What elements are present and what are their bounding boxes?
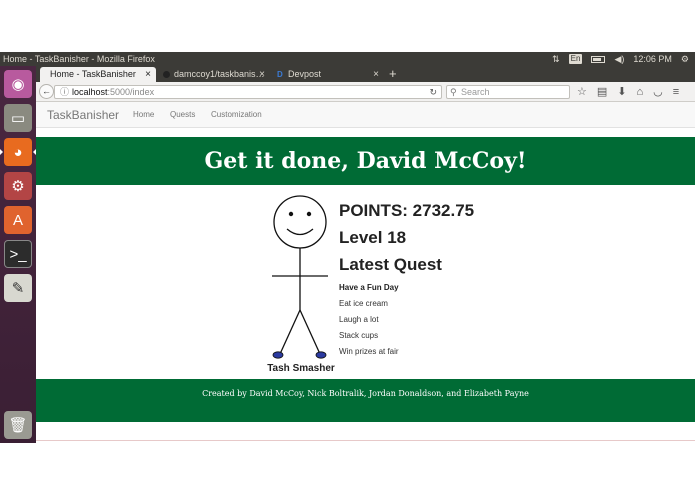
system-tray: ⇅ En ◀) 12:06 PM ⚙ bbox=[552, 52, 689, 66]
bookmark-star-icon[interactable]: ☆ bbox=[577, 85, 587, 99]
search-placeholder: Search bbox=[461, 87, 490, 97]
web-page: TaskBanisher Home Quests Customization G… bbox=[36, 102, 695, 443]
quest-task: Win prizes at fair bbox=[339, 347, 399, 356]
latest-quest-heading: Latest Quest bbox=[339, 255, 442, 274]
stick-figure-avatar bbox=[272, 195, 328, 359]
downloads-icon[interactable]: ⬇ bbox=[617, 85, 626, 99]
settings-icon[interactable]: ⚙ bbox=[4, 172, 32, 200]
battery-icon[interactable] bbox=[591, 55, 606, 63]
home-icon[interactable]: ⌂ bbox=[637, 85, 644, 99]
browser-toolbar: ☆ ▤ ⬇ ⌂ ◡ ≡ bbox=[577, 85, 679, 99]
tab-label: damccoy1/taskbanis… bbox=[174, 69, 265, 79]
quest-task: Laugh a lot bbox=[339, 315, 379, 324]
reload-icon[interactable]: ↻ bbox=[429, 86, 437, 98]
tab-label: Devpost bbox=[288, 69, 322, 79]
clock[interactable]: 12:06 PM bbox=[633, 52, 672, 66]
pocket-icon[interactable]: ◡ bbox=[653, 85, 663, 99]
level-label: Level 18 bbox=[339, 228, 407, 247]
power-gear-icon[interactable]: ⚙ bbox=[681, 52, 689, 66]
url-host: localhost bbox=[72, 87, 108, 97]
text-editor-icon[interactable]: ✎ bbox=[4, 274, 32, 302]
url-bar[interactable]: ⓘ localhost:5000/index ↻ bbox=[54, 85, 442, 99]
close-icon[interactable]: × bbox=[259, 67, 265, 82]
nav-home-link[interactable]: Home bbox=[133, 110, 154, 119]
hero-banner: Get it done, David McCoy! bbox=[36, 137, 695, 185]
menu-icon[interactable]: ≡ bbox=[673, 85, 679, 99]
stats-panel: POINTS: 2732.75 Level 18 Latest Quest Ha… bbox=[339, 200, 474, 356]
search-icon: ⚲ bbox=[450, 87, 457, 97]
system-top-panel: Home - TaskBanisher - Mozilla Firefox ⇅ … bbox=[0, 52, 695, 66]
firefox-icon[interactable]: ◕ bbox=[4, 138, 32, 166]
reading-list-icon[interactable]: ▤ bbox=[597, 85, 607, 99]
tab-devpost[interactable]: D Devpost × bbox=[272, 67, 384, 82]
github-icon bbox=[163, 71, 170, 78]
search-input[interactable]: ⚲ Search bbox=[446, 85, 570, 99]
volume-icon[interactable]: ◀) bbox=[614, 52, 624, 66]
character-name: Tash Smasher bbox=[267, 363, 335, 374]
running-indicator bbox=[0, 149, 3, 155]
points-total: POINTS: 2732.75 bbox=[339, 201, 475, 220]
browser-tab-bar: Home - TaskBanisher × damccoy1/taskbanis… bbox=[36, 66, 695, 82]
keyboard-language[interactable]: En bbox=[568, 54, 583, 64]
window-title: Home - TaskBanisher - Mozilla Firefox bbox=[3, 54, 155, 64]
site-brand[interactable]: TaskBanisher bbox=[47, 108, 119, 122]
back-arrow-icon[interactable]: ← bbox=[39, 84, 54, 99]
tab-label: Home - TaskBanisher bbox=[50, 69, 136, 79]
site-footer: Created by David McCoy, Nick Boltralik, … bbox=[36, 379, 695, 422]
ubuntu-icon[interactable]: ◉ bbox=[4, 70, 32, 98]
info-icon[interactable]: ⓘ bbox=[60, 86, 69, 98]
quest-task: Eat ice cream bbox=[339, 299, 388, 308]
trash-icon[interactable]: 🗑 bbox=[4, 411, 32, 439]
terminal-icon[interactable]: >_ bbox=[4, 240, 32, 268]
nav-quests-link[interactable]: Quests bbox=[170, 110, 195, 119]
url-path: :5000/index bbox=[107, 87, 155, 97]
quest-name: Have a Fun Day bbox=[339, 283, 399, 292]
files-icon[interactable]: ▭ bbox=[4, 104, 32, 132]
ubuntu-launcher: ◉ ▭ ◕ ⚙ A >_ ✎ 🗑 bbox=[0, 66, 36, 443]
bottom-blank-area bbox=[0, 443, 695, 494]
tab-home-taskbanisher[interactable]: Home - TaskBanisher × bbox=[40, 67, 156, 82]
new-tab-plus-icon[interactable]: + bbox=[389, 66, 397, 81]
devpost-icon: D bbox=[277, 70, 283, 79]
browser-nav-bar: ← ⓘ localhost:5000/index ↻ ⚲ Search ☆ ▤ … bbox=[36, 82, 695, 102]
network-icon[interactable]: ⇅ bbox=[552, 52, 560, 66]
close-icon[interactable]: × bbox=[145, 67, 151, 82]
software-center-icon[interactable]: A bbox=[4, 206, 32, 234]
page-divider bbox=[36, 440, 695, 441]
tab-github[interactable]: damccoy1/taskbanis… × bbox=[158, 67, 270, 82]
close-icon[interactable]: × bbox=[373, 67, 379, 82]
quest-task: Stack cups bbox=[339, 331, 379, 340]
site-navbar: TaskBanisher Home Quests Customization bbox=[36, 102, 695, 128]
nav-customization-link[interactable]: Customization bbox=[211, 110, 262, 119]
top-blank-area bbox=[0, 0, 695, 52]
